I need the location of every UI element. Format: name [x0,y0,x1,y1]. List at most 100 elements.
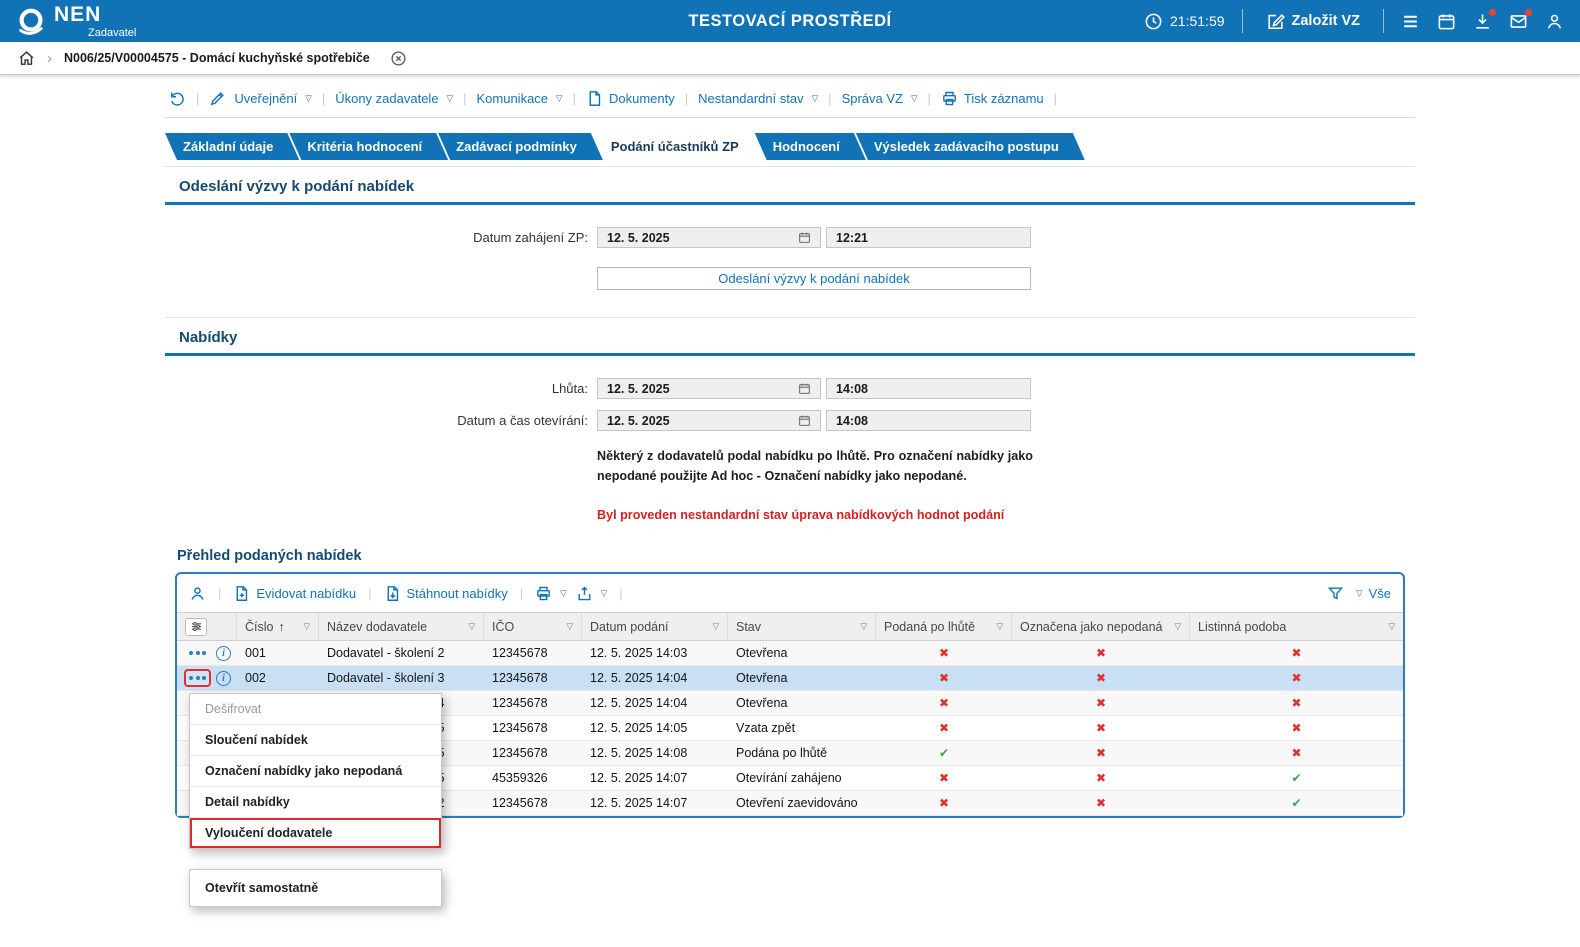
register-offer-button[interactable]: Evidovat nabídku [233,585,356,602]
close-icon[interactable] [390,50,407,67]
separator: | [685,91,688,106]
paper-form-mark: ✖ [1190,691,1403,715]
start-date-value: 12. 5. 2025 [607,231,670,245]
sort-dropdown-icon[interactable]: ▽ [990,621,1003,632]
separator: | [520,586,523,601]
column-header-5[interactable]: Stav▽ [728,613,876,640]
column-header-2[interactable]: Název dodavatele▽ [319,613,484,640]
separator: | [828,91,831,106]
toolbar-item-label: Nestandardní stav [698,91,804,106]
number-cell: 001 [237,641,319,665]
table-row[interactable]: i002Dodavatel - školení 31234567812. 5. … [177,666,1403,691]
sort-dropdown-icon[interactable]: ▽ [1382,621,1395,632]
sort-dropdown-icon[interactable]: ▽ [1168,621,1181,632]
column-header-4[interactable]: Datum podání▽ [582,613,728,640]
opening-time-input[interactable]: 14:08 [826,410,1031,431]
supplier-cell: Dodavatel - školení 3 [319,666,484,690]
home-icon[interactable] [18,50,35,67]
print-button[interactable]: ▽ [535,585,567,602]
toolbar-item-label: Uveřejnění [234,91,297,106]
sort-dropdown-icon[interactable]: ▽ [560,621,573,632]
sort-dropdown-icon[interactable]: ▽ [297,621,310,632]
toolbar-item-1[interactable]: Úkony zadavatele▽ [335,91,453,106]
ico-cell: 12345678 [484,716,582,740]
datepicker-icon[interactable] [798,414,811,427]
column-header-8[interactable]: Listinná podoba▽ [1190,613,1403,640]
nen-logo[interactable]: NEN Zadavatel [16,4,136,39]
table-toolbar: | Evidovat nabídku | Stáhnout nabídky | … [177,574,1403,612]
send-invitation-button[interactable]: Odeslání výzvy k podání nabídek [597,267,1031,290]
tab-5[interactable]: Výsledek zadávacího postupu [856,133,1085,160]
start-time-value: 12:21 [836,231,868,245]
opening-time-value: 14:08 [836,414,868,428]
submitted-cell: 12. 5. 2025 14:04 [582,666,728,690]
sort-dropdown-icon[interactable]: ▽ [706,621,719,632]
toolbar-item-0[interactable]: Uveřejnění▽ [234,91,311,106]
column-header-6[interactable]: Podaná po lhůtě▽ [876,613,1012,640]
tab-3[interactable]: Podání účastníků ZP [593,133,765,160]
sort-dropdown-icon[interactable]: ▽ [462,621,475,632]
separator: | [1054,91,1057,106]
toolbar-item-3[interactable]: Dokumenty [586,90,675,107]
supplier-icon[interactable] [189,585,206,602]
chevron-down-icon: ▽ [556,93,563,104]
calendar-icon[interactable] [1437,12,1456,31]
app-name: NEN [54,4,136,25]
export-button[interactable]: ▽ [576,585,608,602]
chevron-down-icon: ▽ [560,588,567,599]
create-vz-button[interactable]: Založit VZ [1260,11,1366,32]
chevron-down-icon: ▽ [601,588,608,599]
opening-date-input[interactable]: 12. 5. 2025 [597,410,821,431]
info-icon[interactable]: i [216,671,231,686]
edit-record-icon[interactable] [209,90,226,107]
tab-1[interactable]: Kritéria hodnocení [289,133,448,160]
toolbar-item-label: Tisk záznamu [964,91,1044,106]
column-header-3[interactable]: IČO▽ [484,613,582,640]
tab-0[interactable]: Základní údaje [165,133,299,160]
late-mark: ✖ [876,691,1012,715]
start-date-input[interactable]: 12. 5. 2025 [597,227,821,248]
messages-icon[interactable] [1509,12,1528,31]
submitted-cell: 12. 5. 2025 14:08 [582,741,728,765]
menu-item-2[interactable]: Označení nabídky jako nepodaná [190,756,441,787]
paper-form-mark: ✔ [1190,791,1403,815]
user-icon[interactable] [1545,12,1564,31]
column-settings-icon[interactable] [185,618,207,636]
info-icon[interactable]: i [216,646,231,661]
action-toolbar: | Uveřejnění▽|Úkony zadavatele▽|Komunika… [165,80,1415,118]
row-menu-icon[interactable] [186,671,209,685]
toolbar-item-label: Úkony zadavatele [335,91,438,106]
column-header-7[interactable]: Označena jako nepodaná▽ [1012,613,1190,640]
filter-icon[interactable] [1327,585,1344,602]
column-label: Číslo [245,620,273,634]
not-submitted-mark: ✖ [1012,716,1190,740]
filter-all-dropdown[interactable]: ▽ Vše [1354,586,1391,601]
start-time-input[interactable]: 12:21 [826,227,1031,248]
breadcrumb-item[interactable]: N006/25/V00004575 - Domácí kuchyňské spo… [64,51,370,65]
datepicker-icon[interactable] [798,231,811,244]
datepicker-icon[interactable] [798,382,811,395]
tab-2[interactable]: Zadávací podmínky [438,133,603,160]
tab-4[interactable]: Hodnocení [755,133,866,160]
download-offers-button[interactable]: Stáhnout nabídky [384,585,508,602]
sort-dropdown-icon[interactable]: ▽ [854,621,867,632]
row-menu-icon[interactable] [186,646,209,660]
menu-item-1[interactable]: Sloučení nabídek [190,725,441,756]
toolbar-item-2[interactable]: Komunikace▽ [476,91,562,106]
toolbar-item-5[interactable]: Správa VZ▽ [842,91,918,106]
deadline-time-input[interactable]: 14:08 [826,378,1031,399]
downloads-icon[interactable] [1473,12,1492,31]
separator: | [619,586,622,601]
opening-label: Datum a čas otevírání: [165,413,597,428]
invitation-section: Odeslání výzvy k podání nabídek Datum za… [165,166,1415,290]
toolbar-item-6[interactable]: Tisk záznamu [941,90,1044,107]
context-menu-open-separately[interactable]: Otevřít samostatně [189,869,442,907]
menu-item-3[interactable]: Detail nabídky [190,787,441,818]
undo-icon[interactable] [169,90,186,107]
deadline-date-input[interactable]: 12. 5. 2025 [597,378,821,399]
table-row[interactable]: i001Dodavatel - školení 21234567812. 5. … [177,641,1403,666]
menu-item-4[interactable]: Vyloučení dodavatele [190,818,441,848]
menu-icon[interactable] [1401,12,1420,31]
toolbar-item-4[interactable]: Nestandardní stav▽ [698,91,818,106]
column-header-1[interactable]: Číslo↑▽ [237,613,319,640]
